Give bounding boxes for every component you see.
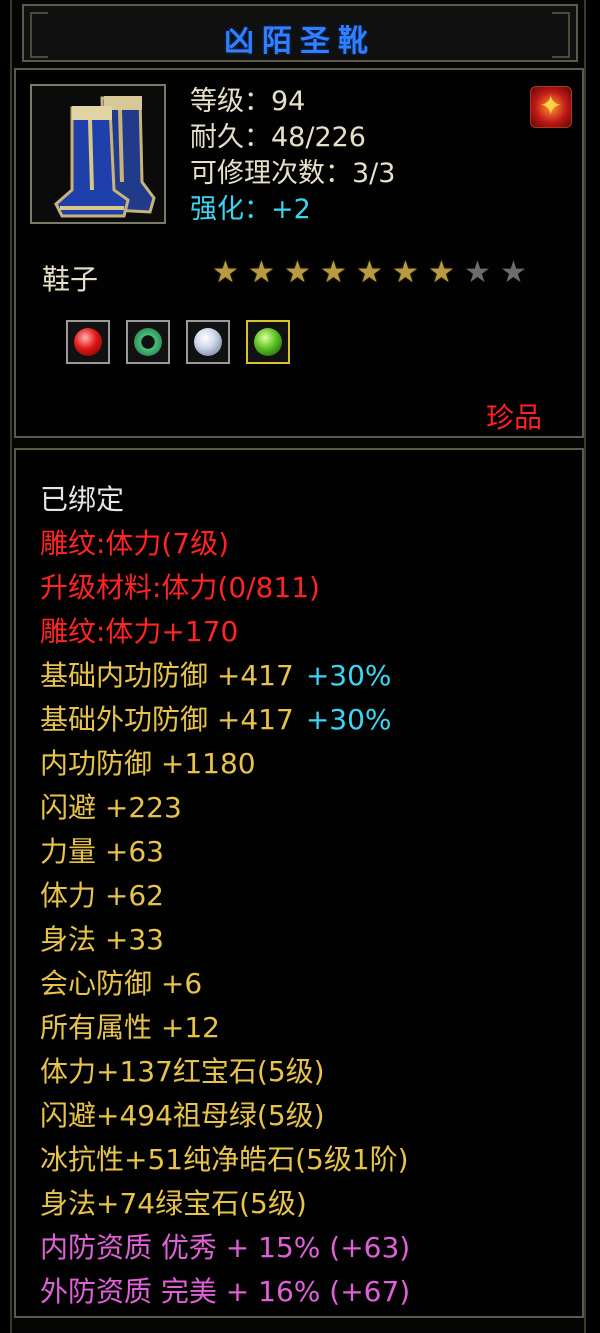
inner-def-line: 内功防御 +1180: [40, 747, 256, 780]
star-icon: ★: [284, 255, 311, 290]
item-header-panel: 等级：94 耐久：48/226 可修理次数：3/3 强化：+2 ✦ 鞋子 ★ ★…: [14, 68, 584, 438]
base-outer-def-line: 基础外功防御 +417 +30%: [40, 698, 410, 742]
outer-quality-line: 外防资质 完美 + 16% (+67): [40, 1275, 411, 1308]
green-gem-icon[interactable]: [246, 320, 290, 364]
star-icon: ★: [428, 255, 455, 290]
attributes-panel: 已绑定 雕纹:体力(7级) 升级材料:体力(0/811) 雕纹:体力+170 基…: [14, 448, 584, 1318]
star-icon: ★: [356, 255, 383, 290]
gem-line-3: 冰抗性+51纯净皓石(5级1阶): [40, 1143, 409, 1176]
dodge-line: 闪避 +223: [40, 791, 182, 824]
base-inner-def-pct: +30%: [305, 659, 392, 692]
red-gem-icon: [66, 320, 110, 364]
item-type: 鞋子: [42, 263, 99, 296]
star-icon: ★: [248, 255, 275, 290]
star-icon: ★: [464, 255, 491, 290]
inner-quality-line: 内防资质 优秀 + 15% (+63): [40, 1231, 411, 1264]
repair-count-text: 可修理次数：3/3: [190, 158, 396, 189]
rarity-label: 珍品: [486, 401, 543, 434]
item-title: 凶陌圣靴: [224, 24, 376, 59]
crit-def-line: 会心防御 +6: [40, 967, 203, 1000]
base-outer-def-pct: +30%: [305, 703, 392, 736]
engrave-line: 雕纹:体力(7级): [40, 527, 230, 560]
star-icon: ★: [320, 255, 347, 290]
engrave-bonus-line: 雕纹:体力+170: [40, 615, 239, 648]
gem-line-1: 体力+137红宝石(5级): [40, 1055, 325, 1088]
all-attr-line: 所有属性 +12: [40, 1011, 220, 1044]
strength-line: 力量 +63: [40, 835, 164, 868]
diamond-icon: [186, 320, 230, 364]
gem-line-4: 身法+74绿宝石(5级): [40, 1187, 307, 1220]
base-inner-def-value: 基础内功防御 +417: [40, 659, 294, 692]
item-stats: 等级：94 耐久：48/226 可修理次数：3/3 强化：+2: [190, 84, 395, 228]
blue-boots-icon: [30, 84, 166, 224]
level-text: 等级：94: [190, 86, 306, 117]
stamina-line: 体力 +62: [40, 879, 164, 912]
agility-line: 身法 +33: [40, 923, 164, 956]
star-icon: ★: [212, 255, 239, 290]
enhance-text: 强化：+2: [190, 194, 311, 225]
title-bar: 凶陌圣靴: [22, 4, 578, 62]
star-icon: ★: [392, 255, 419, 290]
gem-line-2: 闪避+494祖母绿(5级): [40, 1099, 325, 1132]
base-inner-def-line: 基础内功防御 +417 +30%: [40, 654, 410, 698]
jade-ring-icon: [126, 320, 170, 364]
base-outer-def-value: 基础外功防御 +417: [40, 703, 294, 736]
phoenix-emblem-icon: ✦: [530, 86, 572, 128]
bound-status: 已绑定: [40, 483, 125, 516]
star-icon: ★: [500, 255, 527, 290]
durability-text: 耐久：48/226: [190, 122, 366, 153]
upgrade-material-line: 升级材料:体力(0/811): [40, 571, 320, 604]
